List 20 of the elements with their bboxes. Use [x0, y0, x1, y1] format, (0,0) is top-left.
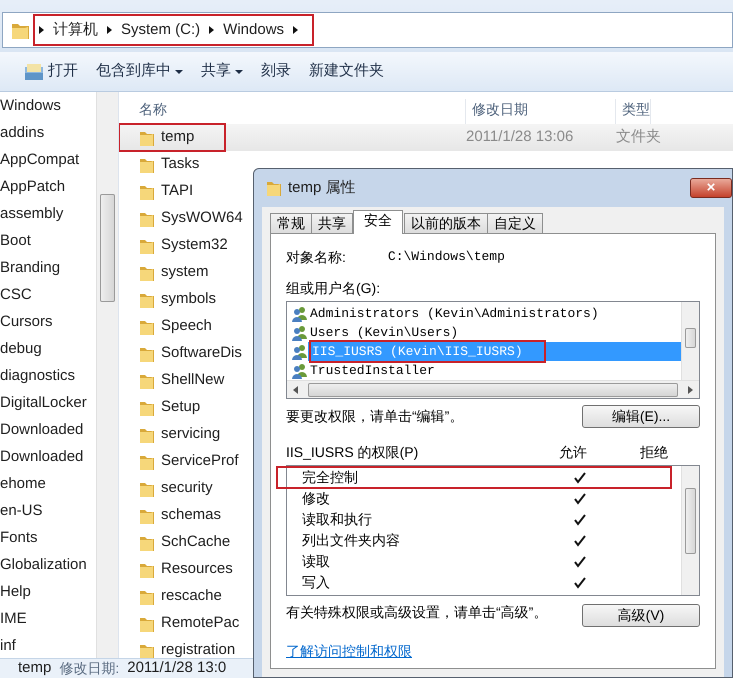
date-cell-text: 2011/1/28 13:06: [466, 127, 574, 148]
hint-text: 要更改权限，请单击“编辑”。: [286, 407, 464, 426]
permission-name: 读取: [302, 552, 331, 571]
column-header: 允许: [559, 443, 588, 462]
type-cell-text: 文件夹: [616, 127, 661, 148]
status-value: 2011/1/28 13:0: [127, 658, 226, 678]
field-label: 对象名称:: [286, 248, 346, 266]
permission-name: 修改: [302, 489, 331, 508]
hint-text: 有关特殊权限或高级设置，请单击“高级”。: [286, 604, 548, 620]
column-header: 拒绝: [640, 443, 668, 462]
permission-name: 读取和执行: [302, 510, 373, 529]
status-label: 修改日期:: [59, 659, 120, 678]
permission-name: 写入: [302, 573, 331, 592]
permission-name: 列出文件夹内容: [302, 531, 401, 550]
permissions-label: IIS_IUSRS 的权限(P): [286, 443, 420, 462]
permission-name: 完全控制: [302, 468, 359, 487]
field-label: 组或用户名(G):: [286, 279, 382, 298]
dialog-title: temp 属性: [288, 178, 356, 198]
status-name: temp: [18, 658, 52, 678]
object-path: C:\Windows\temp: [388, 248, 505, 266]
